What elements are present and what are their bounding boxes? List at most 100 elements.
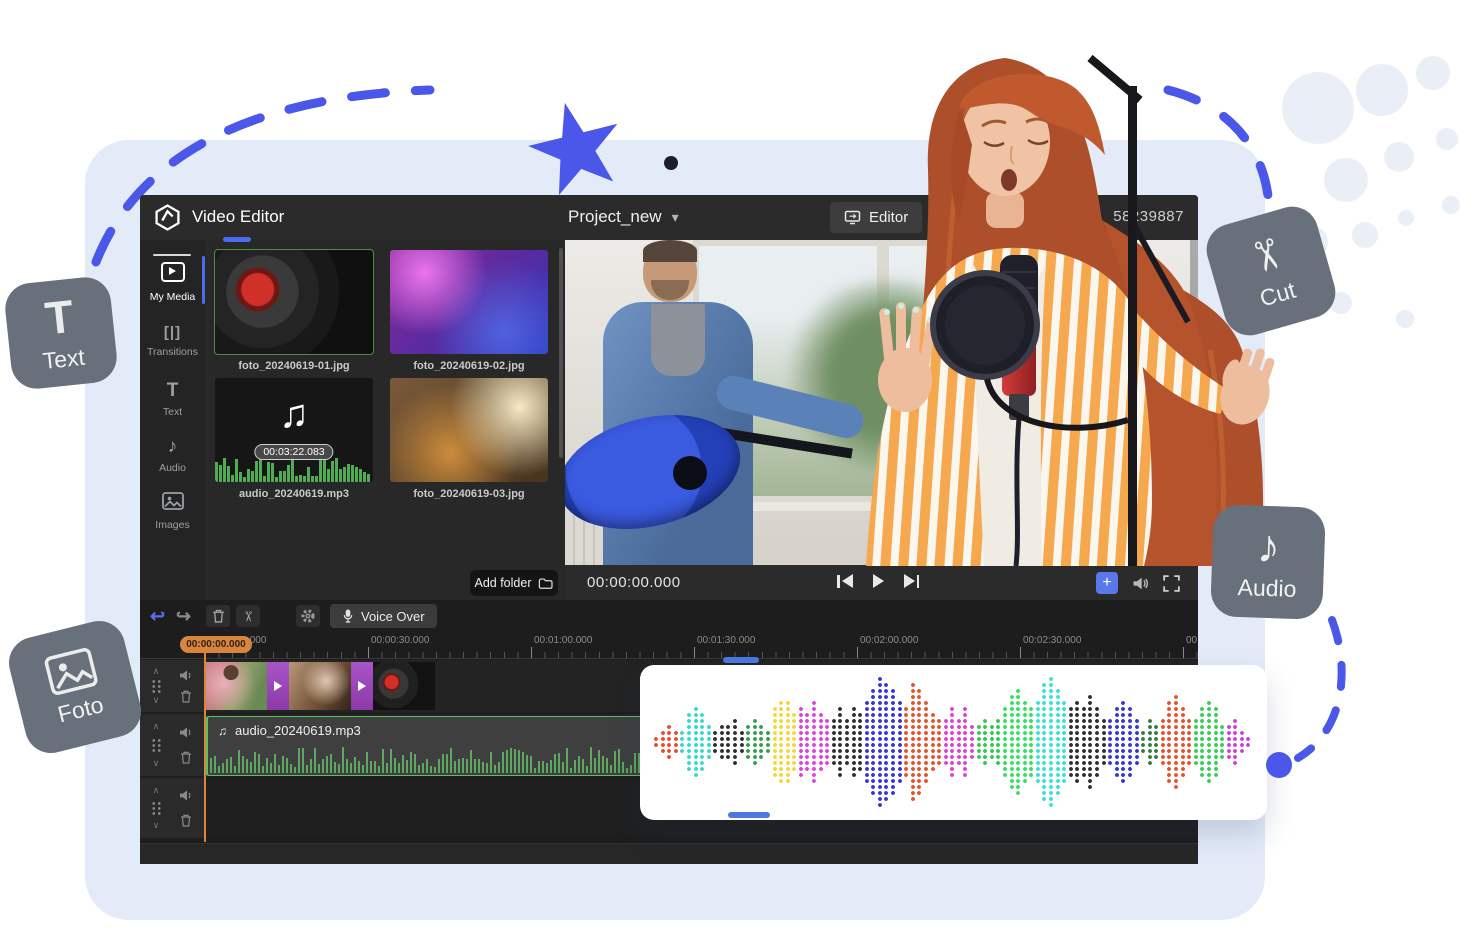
drag-handle-icon[interactable] (151, 738, 162, 752)
sidebar-item-images[interactable]: Images (140, 492, 205, 531)
sidebar-item-text[interactable]: T Text (140, 380, 205, 418)
app-header: Video Editor Project_new▾ Editor 5823988… (140, 195, 1198, 240)
media-item-foto-02[interactable]: foto_20240619-02.jpg (390, 250, 548, 372)
drag-handle-icon[interactable] (151, 679, 162, 693)
play-icon (274, 681, 282, 691)
decor-circle (1398, 210, 1414, 226)
decor-circle (1352, 222, 1378, 248)
add-media-button[interactable]: + (1096, 572, 1118, 594)
drag-handle-icon[interactable] (151, 801, 162, 815)
collapse-up-button[interactable]: ∧ (153, 667, 160, 676)
chevron-down-icon: ▾ (672, 209, 679, 225)
transition-clip[interactable] (351, 662, 373, 710)
duration-badge: 00:03:22.083 (254, 444, 333, 460)
redo-button[interactable]: ↪ (176, 605, 191, 627)
music-note-icon: ♪ (1256, 522, 1281, 569)
trash-icon (212, 609, 225, 623)
collapse-up-button[interactable]: ∧ (153, 786, 160, 795)
media-item-audio[interactable]: ♫ 00:03:22.083 audio_20240619.mp3 (215, 378, 373, 500)
mic-boom (1090, 58, 1140, 100)
ruler-label: 00:02:00.000 (860, 635, 918, 646)
media-item-foto-01[interactable]: foto_20240619-01.jpg (215, 250, 373, 372)
app-body: My Media [|] Transitions T Text ♪ Audio (140, 240, 1198, 600)
step-forward-button[interactable] (904, 574, 920, 588)
page: Video Editor Project_new▾ Editor 5823988… (0, 0, 1474, 930)
ruler-label: 00:01:00.000 (534, 635, 592, 646)
cut-clip-button[interactable]: ✂ (236, 605, 260, 627)
collapse-down-button[interactable]: ∨ (153, 696, 160, 705)
sidebar-item-my-media[interactable]: My Media (140, 262, 205, 303)
track-delete-button[interactable] (180, 751, 192, 764)
preview-video-frame (565, 240, 1198, 565)
audio-clip-name: audio_20240619.mp3 (235, 723, 361, 738)
track-delete-button[interactable] (180, 814, 192, 827)
ruler-label: 00:01:30.000 (697, 635, 755, 646)
preview-controls: 00:00:00.000 + (565, 565, 1198, 600)
music-note-icon: ♪ (168, 436, 178, 457)
panel-scroll-indicator (223, 237, 251, 242)
video-clip[interactable] (205, 662, 267, 710)
decor-circle (1384, 142, 1414, 172)
voice-over-button[interactable]: Voice Over (330, 604, 437, 628)
media-panel-scrollbar[interactable] (559, 248, 563, 458)
track-header: ∧ ∨ (140, 778, 206, 838)
collapse-up-button[interactable]: ∧ (153, 722, 160, 731)
play-button[interactable] (873, 574, 884, 588)
scrollbar-segment[interactable] (723, 657, 759, 663)
session-id: 58239887 (1113, 208, 1184, 225)
volume-icon[interactable] (1132, 576, 1149, 591)
playhead-pill[interactable]: 00:00:00.000 (180, 636, 252, 653)
ruler-major-ticks (205, 647, 1198, 658)
transition-clip[interactable] (267, 662, 289, 710)
audio-tool-tile[interactable]: ♪ Audio (1210, 504, 1326, 620)
mute-button[interactable] (179, 726, 193, 739)
collapse-down-button[interactable]: ∨ (153, 759, 160, 768)
decor-circle (1442, 196, 1460, 214)
track-delete-button[interactable] (180, 690, 192, 703)
folder-icon (538, 577, 553, 590)
editor-mode-button[interactable]: Editor (830, 202, 922, 233)
settings-button[interactable] (296, 605, 320, 627)
mute-button[interactable] (179, 669, 193, 682)
collapse-down-button[interactable]: ∨ (153, 821, 160, 830)
sidebar-item-transitions[interactable]: [|] Transitions (140, 324, 205, 358)
step-back-button[interactable] (837, 574, 853, 588)
timeline-ruler[interactable]: 00:00:00.00000:00:30.00000:01:00.00000:0… (140, 632, 1198, 659)
mute-button[interactable] (179, 789, 193, 802)
project-name-dropdown[interactable]: Project_new▾ (568, 207, 679, 227)
app-title: Video Editor (192, 207, 284, 227)
music-note-icon: ♫ (218, 724, 227, 738)
fullscreen-icon[interactable] (1163, 575, 1180, 592)
preview-player: 00:00:00.000 + (565, 240, 1198, 600)
guitarist-hair (643, 240, 697, 262)
add-folder-button[interactable]: Add folder (470, 570, 558, 596)
text-tool-tile[interactable]: T Text (3, 275, 119, 391)
delete-button[interactable] (206, 605, 230, 627)
text-icon: T (43, 292, 76, 341)
decor-blue-dot (1266, 752, 1292, 778)
music-note-icon: ♫ (215, 392, 373, 437)
text-icon: T (167, 380, 179, 401)
decor-circle (1282, 72, 1354, 144)
ruler-label: 00:03:00.000 (1186, 635, 1198, 646)
image-icon (43, 646, 99, 696)
media-panel: foto_20240619-01.jpg foto_20240619-02.jp… (205, 240, 565, 600)
undo-button[interactable]: ↩ (150, 605, 165, 627)
scrollbar-segment[interactable] (728, 812, 770, 818)
current-timecode: 00:00:00.000 (587, 574, 681, 591)
video-clip[interactable] (373, 662, 435, 710)
guitarist-tshirt (651, 304, 705, 376)
decor-circle (1396, 310, 1414, 328)
ruler-label: 00:02:30.000 (1023, 635, 1081, 646)
video-clip[interactable] (289, 662, 351, 710)
timeline-footer (140, 843, 1198, 864)
media-item-foto-03[interactable]: foto_20240619-03.jpg (390, 378, 548, 500)
waveform-dots (654, 672, 1253, 812)
sidebar-item-audio[interactable]: ♪ Audio (140, 436, 205, 474)
my-media-icon (161, 262, 185, 282)
media-thumbnail-audio: ♫ 00:03:22.083 (215, 378, 373, 482)
playhead-line[interactable] (204, 652, 206, 842)
decor-circle (1324, 158, 1368, 202)
microphone-icon (342, 608, 354, 624)
sidebar: My Media [|] Transitions T Text ♪ Audio (140, 240, 205, 600)
